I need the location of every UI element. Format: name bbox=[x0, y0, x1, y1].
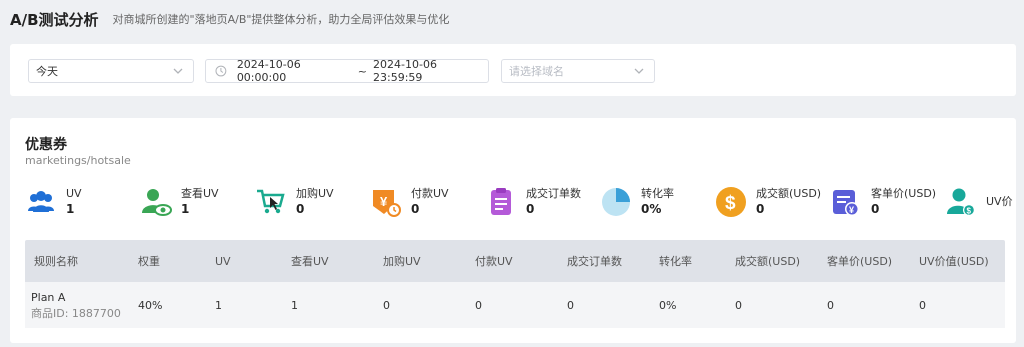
uv-cell: 1 bbox=[215, 299, 222, 312]
table-header-row: 规则名称 权重 UV 查看UV 加购UV 付款UV 成交订单数 转化率 成交额(… bbox=[25, 240, 1005, 282]
metric-value: 1 bbox=[66, 202, 75, 216]
users-icon bbox=[25, 186, 57, 218]
metric-revenue: $ 成交额(USD) 0 bbox=[715, 186, 821, 218]
orders-cell: 0 bbox=[567, 299, 574, 312]
metric-label: UV价 bbox=[986, 195, 1013, 208]
receipt-icon: ¥ bbox=[830, 186, 862, 218]
pay-uv-cell: 0 bbox=[475, 299, 482, 312]
conversion-cell: 0% bbox=[659, 299, 677, 312]
metric-label: UV bbox=[66, 187, 82, 200]
page-header: A/B测试分析 对商城所创建的"落地页A/B"提供整体分析，助力全局评估效果与优… bbox=[10, 8, 449, 30]
clock-icon bbox=[215, 65, 227, 77]
uv-value-cell: 0 bbox=[919, 299, 926, 312]
metric-aov: ¥ 客单价(USD) 0 bbox=[830, 186, 936, 218]
metric-label: 成交额(USD) bbox=[756, 187, 822, 200]
metric-label: 查看UV bbox=[181, 187, 219, 200]
metric-value: 0 bbox=[871, 202, 880, 216]
metric-uv: UV 1 bbox=[25, 186, 82, 218]
column-header: 客单价(USD) bbox=[827, 255, 893, 268]
weight-cell: 40% bbox=[138, 299, 163, 312]
column-header: UV价值(USD) bbox=[919, 255, 989, 268]
metric-label: 客单价(USD) bbox=[871, 187, 937, 200]
metric-orders: 成交订单数 0 bbox=[485, 186, 581, 218]
svg-text:¥: ¥ bbox=[849, 205, 854, 215]
domain-select[interactable]: 请选择域名 bbox=[501, 59, 655, 83]
date-separator: ~ bbox=[357, 64, 368, 78]
table-row: Plan A 商品ID: 1887700 40% 1 1 0 0 0 0% 0 … bbox=[25, 282, 1005, 328]
svg-text:¥: ¥ bbox=[380, 194, 388, 209]
metric-label: 转化率 bbox=[641, 187, 674, 200]
date-start: 2024-10-06 00:00:00 bbox=[236, 58, 301, 84]
metric-label: 加购UV bbox=[296, 187, 334, 200]
pie-icon bbox=[600, 186, 632, 218]
metric-conversion: 转化率 0% bbox=[600, 186, 674, 218]
cart-uv-cell: 0 bbox=[383, 299, 390, 312]
aov-cell: 0 bbox=[827, 299, 834, 312]
metric-value: 1 bbox=[181, 202, 190, 216]
payment-icon: ¥ bbox=[370, 186, 402, 218]
column-header: 付款UV bbox=[475, 255, 513, 268]
metric-label: 成交订单数 bbox=[526, 187, 581, 200]
view-uv-cell: 1 bbox=[291, 299, 298, 312]
svg-text:$: $ bbox=[967, 207, 972, 216]
domain-select-placeholder: 请选择域名 bbox=[509, 65, 564, 78]
rule-name: Plan A bbox=[31, 291, 66, 304]
metric-cart-uv: 加购UV 0 bbox=[255, 186, 334, 218]
user-value-icon: $ bbox=[945, 186, 977, 218]
column-header: 规则名称 bbox=[34, 255, 78, 268]
page-title: A/B测试分析 bbox=[10, 10, 99, 29]
column-header: 成交额(USD) bbox=[735, 255, 801, 268]
metric-value: 0 bbox=[296, 202, 305, 216]
metric-view-uv: 查看UV 1 bbox=[140, 186, 219, 218]
period-select-value: 今天 bbox=[36, 65, 58, 78]
date-range-picker[interactable]: 2024-10-06 00:00:00 ~ 2024-10-06 23:59:5… bbox=[205, 58, 489, 84]
column-header: 成交订单数 bbox=[567, 255, 622, 268]
metric-value: 0 bbox=[526, 202, 535, 216]
column-header: 转化率 bbox=[659, 255, 692, 268]
column-header: UV bbox=[215, 254, 231, 268]
order-icon bbox=[485, 186, 517, 218]
chevron-down-icon bbox=[634, 68, 644, 74]
page-description: 对商城所创建的"落地页A/B"提供整体分析，助力全局评估效果与优化 bbox=[112, 13, 450, 26]
revenue-cell: 0 bbox=[735, 299, 742, 312]
metric-pay-uv: ¥ 付款UV 0 bbox=[370, 186, 449, 218]
period-select[interactable]: 今天 bbox=[28, 59, 194, 83]
ab-results-table: 规则名称 权重 UV 查看UV 加购UV 付款UV 成交订单数 转化率 成交额(… bbox=[25, 240, 1005, 328]
section-title: 优惠券 bbox=[25, 137, 67, 153]
product-id: 商品ID: 1887700 bbox=[31, 307, 121, 320]
rule-name-cell: Plan A 商品ID: 1887700 bbox=[31, 290, 121, 322]
date-end: 2024-10-06 23:59:59 bbox=[373, 58, 437, 84]
section-subtitle: marketings/hotsale bbox=[25, 154, 131, 167]
svg-text:$: $ bbox=[725, 193, 736, 214]
chevron-down-icon bbox=[173, 68, 183, 74]
metric-value: 0 bbox=[756, 202, 765, 216]
column-header: 查看UV bbox=[291, 255, 329, 268]
metric-uv-value: $ UV价 bbox=[945, 186, 1013, 218]
user-view-icon bbox=[140, 186, 172, 218]
dollar-icon: $ bbox=[715, 186, 747, 218]
column-header: 加购UV bbox=[383, 255, 421, 268]
column-header: 权重 bbox=[138, 255, 160, 268]
metric-value: 0 bbox=[411, 202, 420, 216]
stats-card: 优惠券 marketings/hotsale UV 1 查看UV 1 加购UV … bbox=[10, 118, 1016, 343]
metric-value: 0% bbox=[641, 202, 662, 216]
filter-bar: 今天 2024-10-06 00:00:00 ~ 2024-10-06 23:5… bbox=[10, 44, 1016, 96]
metric-label: 付款UV bbox=[411, 187, 449, 200]
cart-icon bbox=[255, 186, 287, 218]
